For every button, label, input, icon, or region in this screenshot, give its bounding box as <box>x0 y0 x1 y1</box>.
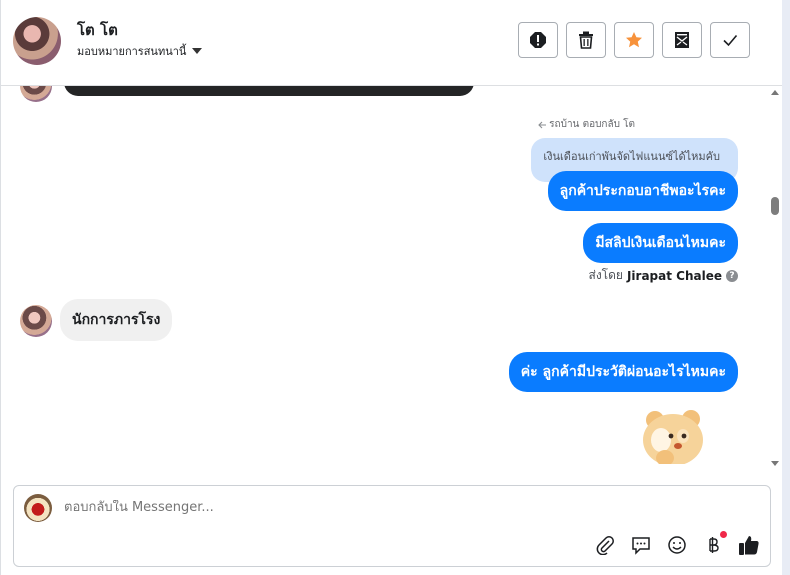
window-edge <box>782 0 790 575</box>
sent-by-label: ส่งโดย Jirapat Chalee ? <box>588 266 738 285</box>
payment-button[interactable] <box>702 531 727 556</box>
reply-arrow-icon <box>538 121 547 128</box>
report-spam-button[interactable] <box>518 22 558 58</box>
payment-icon <box>709 537 719 553</box>
messenger-conversation-panel: โต โต มอบหมายการสนทนานี้ รถบ้าน ตอบกลับ … <box>0 0 790 575</box>
saved-reply-button[interactable] <box>630 534 652 556</box>
reply-input[interactable] <box>64 500 564 515</box>
like-button[interactable] <box>738 534 760 556</box>
emoji-icon <box>668 536 686 554</box>
assign-conversation-dropdown[interactable]: มอบหมายการสนทนานี้ <box>77 42 203 60</box>
message-composer <box>13 485 771 567</box>
notification-dot <box>720 531 727 538</box>
message-thread[interactable]: รถบ้าน ตอบกลับ โต เงินเดือนเก่าพันจัดไฟแ… <box>1 86 769 472</box>
outgoing-message[interactable]: มีสลิปเงินเดือนไหมคะ <box>583 223 738 263</box>
caret-down-icon <box>192 48 203 54</box>
header-actions <box>518 22 750 58</box>
info-icon[interactable]: ? <box>726 269 738 282</box>
reply-context-text: รถบ้าน ตอบกลับ โต <box>549 119 635 130</box>
scroll-up-arrow-icon[interactable] <box>771 90 779 95</box>
envelope-icon <box>675 32 689 48</box>
alert-icon <box>530 32 546 48</box>
page-avatar <box>24 494 52 522</box>
attach-icon <box>596 536 614 555</box>
contact-name[interactable]: โต โต <box>77 18 118 42</box>
contact-avatar[interactable] <box>13 17 61 65</box>
thread-scrollbar[interactable] <box>769 86 783 472</box>
saved-reply-icon <box>632 537 650 555</box>
outgoing-message[interactable]: ค่ะ ลูกค้ามีประวัติผ่อนอะไรไหมคะ <box>508 352 738 392</box>
mark-done-button[interactable] <box>710 22 750 58</box>
like-icon <box>739 536 759 555</box>
composer-toolbar <box>594 531 760 556</box>
contact-avatar-small <box>20 305 52 337</box>
sent-by-name: Jirapat Chalee <box>626 268 722 283</box>
reply-context: รถบ้าน ตอบกลับ โต <box>538 117 635 132</box>
scroll-down-arrow-icon[interactable] <box>771 461 779 466</box>
contact-avatar-small <box>20 86 52 102</box>
mark-unread-button[interactable] <box>662 22 702 58</box>
emoji-button[interactable] <box>666 534 688 556</box>
conversation-header: โต โต มอบหมายการสนทนานี้ <box>1 0 783 86</box>
outgoing-message[interactable]: ลูกค้าประกอบอาชีพอะไรคะ <box>547 171 738 211</box>
bear-sticker[interactable] <box>637 406 709 472</box>
attach-button[interactable] <box>594 534 616 556</box>
incoming-message[interactable]: นักการภารโรง <box>60 299 173 341</box>
check-icon <box>723 34 738 47</box>
assign-label: มอบหมายการสนทนานี้ <box>77 45 187 58</box>
scroll-thumb[interactable] <box>771 197 779 215</box>
delete-button[interactable] <box>566 22 606 58</box>
star-icon <box>626 32 642 48</box>
trash-icon <box>579 31 593 49</box>
previous-message-bubble[interactable] <box>64 86 474 96</box>
star-button[interactable] <box>614 22 654 58</box>
sent-by-prefix: ส่งโดย <box>588 268 623 282</box>
